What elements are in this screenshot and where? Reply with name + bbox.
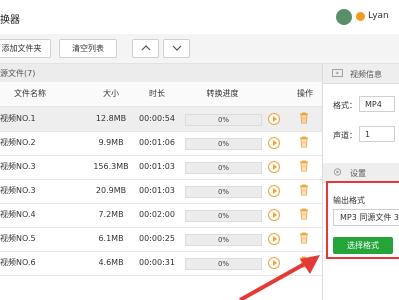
user-avatar[interactable] [336,9,352,25]
file-duration: 00:00:54 [139,114,175,123]
column-size: 大小 [103,89,119,98]
progress-bar: 0% [185,210,262,222]
file-duration: 00:01:06 [139,138,175,147]
column-name: 文件名称 [14,89,46,98]
format-field[interactable]: MP4 [359,96,395,112]
video-icon [332,69,343,77]
app-title: 换器 [0,15,20,26]
trash-icon[interactable] [299,232,309,244]
title-bar: 换器 Lyan [0,0,399,35]
source-files-label: 源文件(7) [0,69,36,78]
chevron-down-icon [172,45,181,51]
progress-text: 0% [217,212,230,220]
channel-label: 声道： [333,131,357,140]
play-icon[interactable] [268,161,280,173]
file-duration: 00:01:03 [139,162,175,171]
file-size: 7.2MB [98,210,124,219]
file-name: 视频NO.6 [0,258,36,267]
annotation-arrow-icon [239,255,320,300]
format-label: 格式： [333,101,357,110]
chevron-up-icon [141,45,150,51]
source-files-header: 源文件(7) [0,64,322,83]
play-icon[interactable] [268,233,280,245]
progress-text: 0% [217,116,230,124]
progress-text: 0% [217,188,230,196]
play-icon[interactable] [268,137,280,149]
table-row[interactable]: 视频NO.3 156.3MB 00:01:03 0% [0,155,322,180]
gear-icon [333,168,342,176]
table-row[interactable]: 视频NO.1 12.8MB 00:00:54 0% [0,107,322,132]
move-down-button[interactable] [163,39,190,58]
progress-bar: 0% [185,162,262,174]
video-info-header: 视频信息 [323,64,399,84]
play-icon[interactable] [268,209,280,221]
video-info-title: 视频信息 [350,70,382,79]
play-icon[interactable] [268,185,280,197]
trash-icon[interactable] [299,160,309,172]
column-progress: 转换进度 [206,89,239,98]
user-name[interactable]: Lyan [368,11,389,21]
table-row[interactable]: 视频NO.3 20.9MB 00:01:03 0% [0,179,322,204]
column-duration: 时长 [149,89,165,98]
column-actions: 操作 [297,89,313,98]
trash-icon[interactable] [299,136,309,148]
settings-title: 设置 [350,169,366,178]
progress-text: 0% [217,236,230,244]
channel-field[interactable]: 1 [359,126,395,142]
trash-icon[interactable] [299,184,309,196]
file-name: 视频NO.1 [0,114,36,123]
file-duration: 00:00:31 [139,258,175,267]
file-size: 4.6MB [98,258,124,267]
file-name: 视频NO.5 [0,234,36,243]
trash-icon[interactable] [299,208,309,220]
move-up-button[interactable] [132,39,159,58]
progress-bar: 0% [185,114,262,126]
file-name: 视频NO.4 [0,210,36,219]
settings-header: 设置 [323,163,399,183]
table-row[interactable]: 视频NO.2 9.9MB 00:01:06 0% [0,131,322,156]
vip-badge-icon [356,12,365,21]
choose-format-button[interactable]: 选择格式 [333,237,393,254]
progress-bar: 0% [185,234,262,246]
file-name: 视频NO.3 [0,162,36,171]
progress-bar: 0% [185,186,262,198]
file-size: 20.9MB [95,186,127,195]
file-duration: 00:01:03 [139,186,175,195]
add-folder-button[interactable]: 添加文件夹 [0,39,51,58]
progress-bar: 0% [185,138,262,150]
file-duration: 00:02:00 [139,210,175,219]
clear-list-button[interactable]: 清空列表 [59,39,117,58]
file-name: 视频NO.3 [0,186,36,195]
output-format-select[interactable]: MP3 同源文件 3 [333,209,399,226]
file-size: 12.8MB [95,114,127,123]
file-size: 6.1MB [98,234,124,243]
table-row[interactable]: 视频NO.5 6.1MB 00:00:25 0% [0,227,322,252]
progress-text: 0% [217,140,230,148]
play-icon[interactable] [268,113,280,125]
trash-icon[interactable] [299,112,309,124]
file-size: 9.9MB [98,138,124,147]
file-duration: 00:00:25 [139,234,175,243]
table-row[interactable]: 视频NO.4 7.2MB 00:02:00 0% [0,203,322,228]
file-name: 视频NO.2 [0,138,36,147]
file-size: 156.3MB [93,162,129,171]
progress-text: 0% [217,164,230,172]
output-format-label: 输出格式 [333,196,365,205]
